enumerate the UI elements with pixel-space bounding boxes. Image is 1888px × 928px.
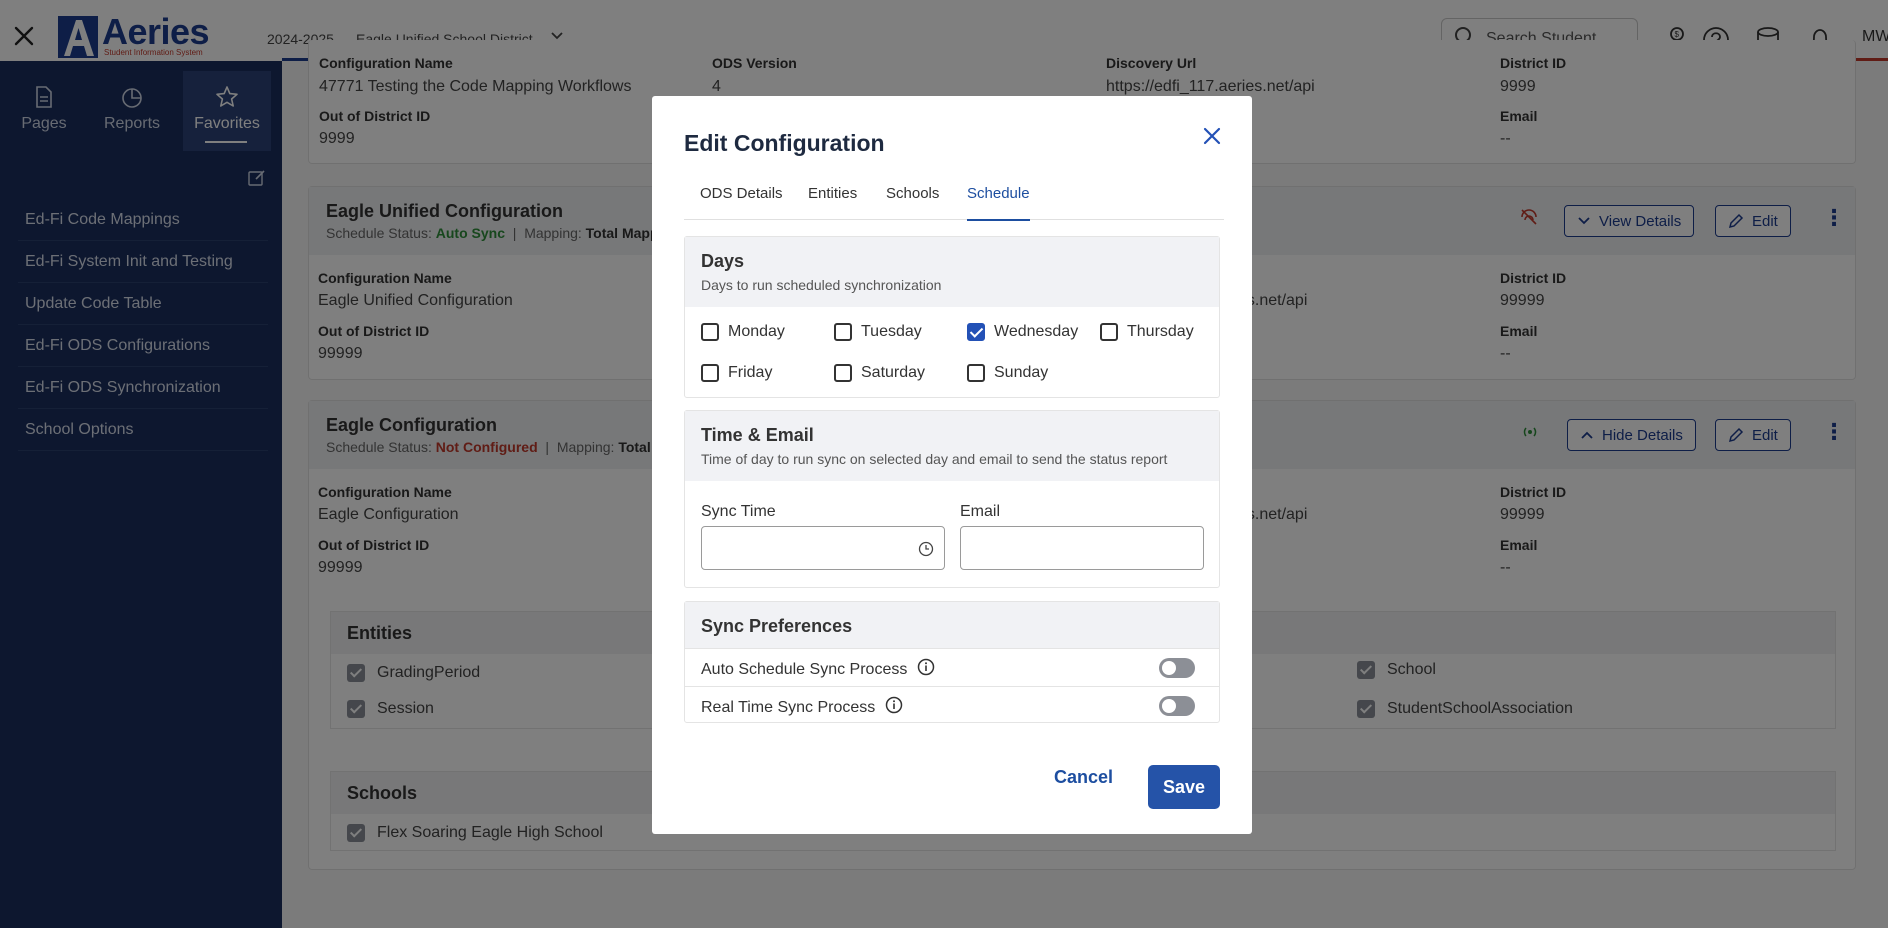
checkbox[interactable] <box>701 364 719 382</box>
days-panel: Days Days to run scheduled synchronizati… <box>684 236 1220 398</box>
day-label: Wednesday <box>994 323 1079 340</box>
day-label: Thursday <box>1127 323 1194 340</box>
days-title: Days <box>701 251 745 271</box>
active-tab-indicator <box>967 219 1030 221</box>
checkbox[interactable] <box>834 323 852 341</box>
day-thursday[interactable]: Thursday <box>1100 323 1194 341</box>
day-label: Monday <box>728 323 785 340</box>
time-email-description: Time of day to run sync on selected day … <box>701 451 1168 467</box>
days-description: Days to run scheduled synchronization <box>701 277 942 293</box>
real-time-toggle[interactable] <box>1159 696 1195 716</box>
sync-preferences-panel: Sync Preferences Auto Schedule Sync Proc… <box>684 601 1220 723</box>
save-button[interactable]: Save <box>1148 765 1220 809</box>
close-icon[interactable] <box>1200 124 1224 148</box>
sync-time-field[interactable] <box>701 526 945 570</box>
day-saturday[interactable]: Saturday <box>834 364 925 382</box>
day-label: Tuesday <box>861 323 922 340</box>
checkbox[interactable] <box>967 364 985 382</box>
email-label: Email <box>960 503 1001 520</box>
info-icon[interactable] <box>885 696 903 719</box>
edit-configuration-dialog: Edit Configuration ODS Details Entities … <box>652 96 1252 834</box>
checkbox[interactable] <box>1100 323 1118 341</box>
tab-schedule-label: Schedule <box>967 185 1030 202</box>
tab-schools[interactable]: Schools <box>886 184 939 220</box>
time-email-header: Time & Email Time of day to run sync on … <box>685 411 1219 481</box>
info-icon[interactable] <box>917 658 935 681</box>
sync-preferences-title: Sync Preferences <box>701 616 853 636</box>
auto-schedule-toggle[interactable] <box>1159 658 1195 678</box>
tab-entities[interactable]: Entities <box>808 184 857 220</box>
dialog-title: Edit Configuration <box>684 130 885 156</box>
dialog-tabs: ODS Details Entities Schools Schedule <box>684 184 1224 221</box>
day-wednesday[interactable]: Wednesday <box>967 323 1078 341</box>
day-label: Saturday <box>861 364 926 381</box>
auto-schedule-row: Auto Schedule Sync Process <box>685 648 1219 686</box>
sync-preferences-header: Sync Preferences <box>685 602 1219 648</box>
app-page: Aeries Student Information System 2024-2… <box>0 0 1888 928</box>
auto-schedule-text: Auto Schedule Sync Process <box>701 660 908 678</box>
day-friday[interactable]: Friday <box>701 364 772 382</box>
tab-schedule[interactable]: Schedule <box>967 184 1030 221</box>
tab-ods-details[interactable]: ODS Details <box>700 184 783 220</box>
day-sunday[interactable]: Sunday <box>967 364 1048 382</box>
sync-time-label: Sync Time <box>701 503 776 520</box>
time-email-title: Time & Email <box>701 425 814 445</box>
day-label: Sunday <box>994 364 1049 381</box>
checkbox-checked[interactable] <box>967 323 985 341</box>
real-time-text: Real Time Sync Process <box>701 698 876 716</box>
auto-schedule-label: Auto Schedule Sync Process <box>701 658 935 681</box>
day-monday[interactable]: Monday <box>701 323 785 341</box>
day-label: Friday <box>728 364 773 381</box>
email-field[interactable] <box>960 526 1204 570</box>
email-input[interactable] <box>961 527 1203 569</box>
clock-icon[interactable] <box>918 541 934 562</box>
checkbox[interactable] <box>834 364 852 382</box>
sync-time-input[interactable] <box>702 527 944 569</box>
real-time-row: Real Time Sync Process <box>685 686 1219 724</box>
real-time-label: Real Time Sync Process <box>701 696 903 719</box>
checkbox[interactable] <box>701 323 719 341</box>
days-header: Days Days to run scheduled synchronizati… <box>685 237 1219 307</box>
cancel-button[interactable]: Cancel <box>1054 767 1113 788</box>
day-tuesday[interactable]: Tuesday <box>834 323 922 341</box>
time-email-panel: Time & Email Time of day to run sync on … <box>684 410 1220 588</box>
